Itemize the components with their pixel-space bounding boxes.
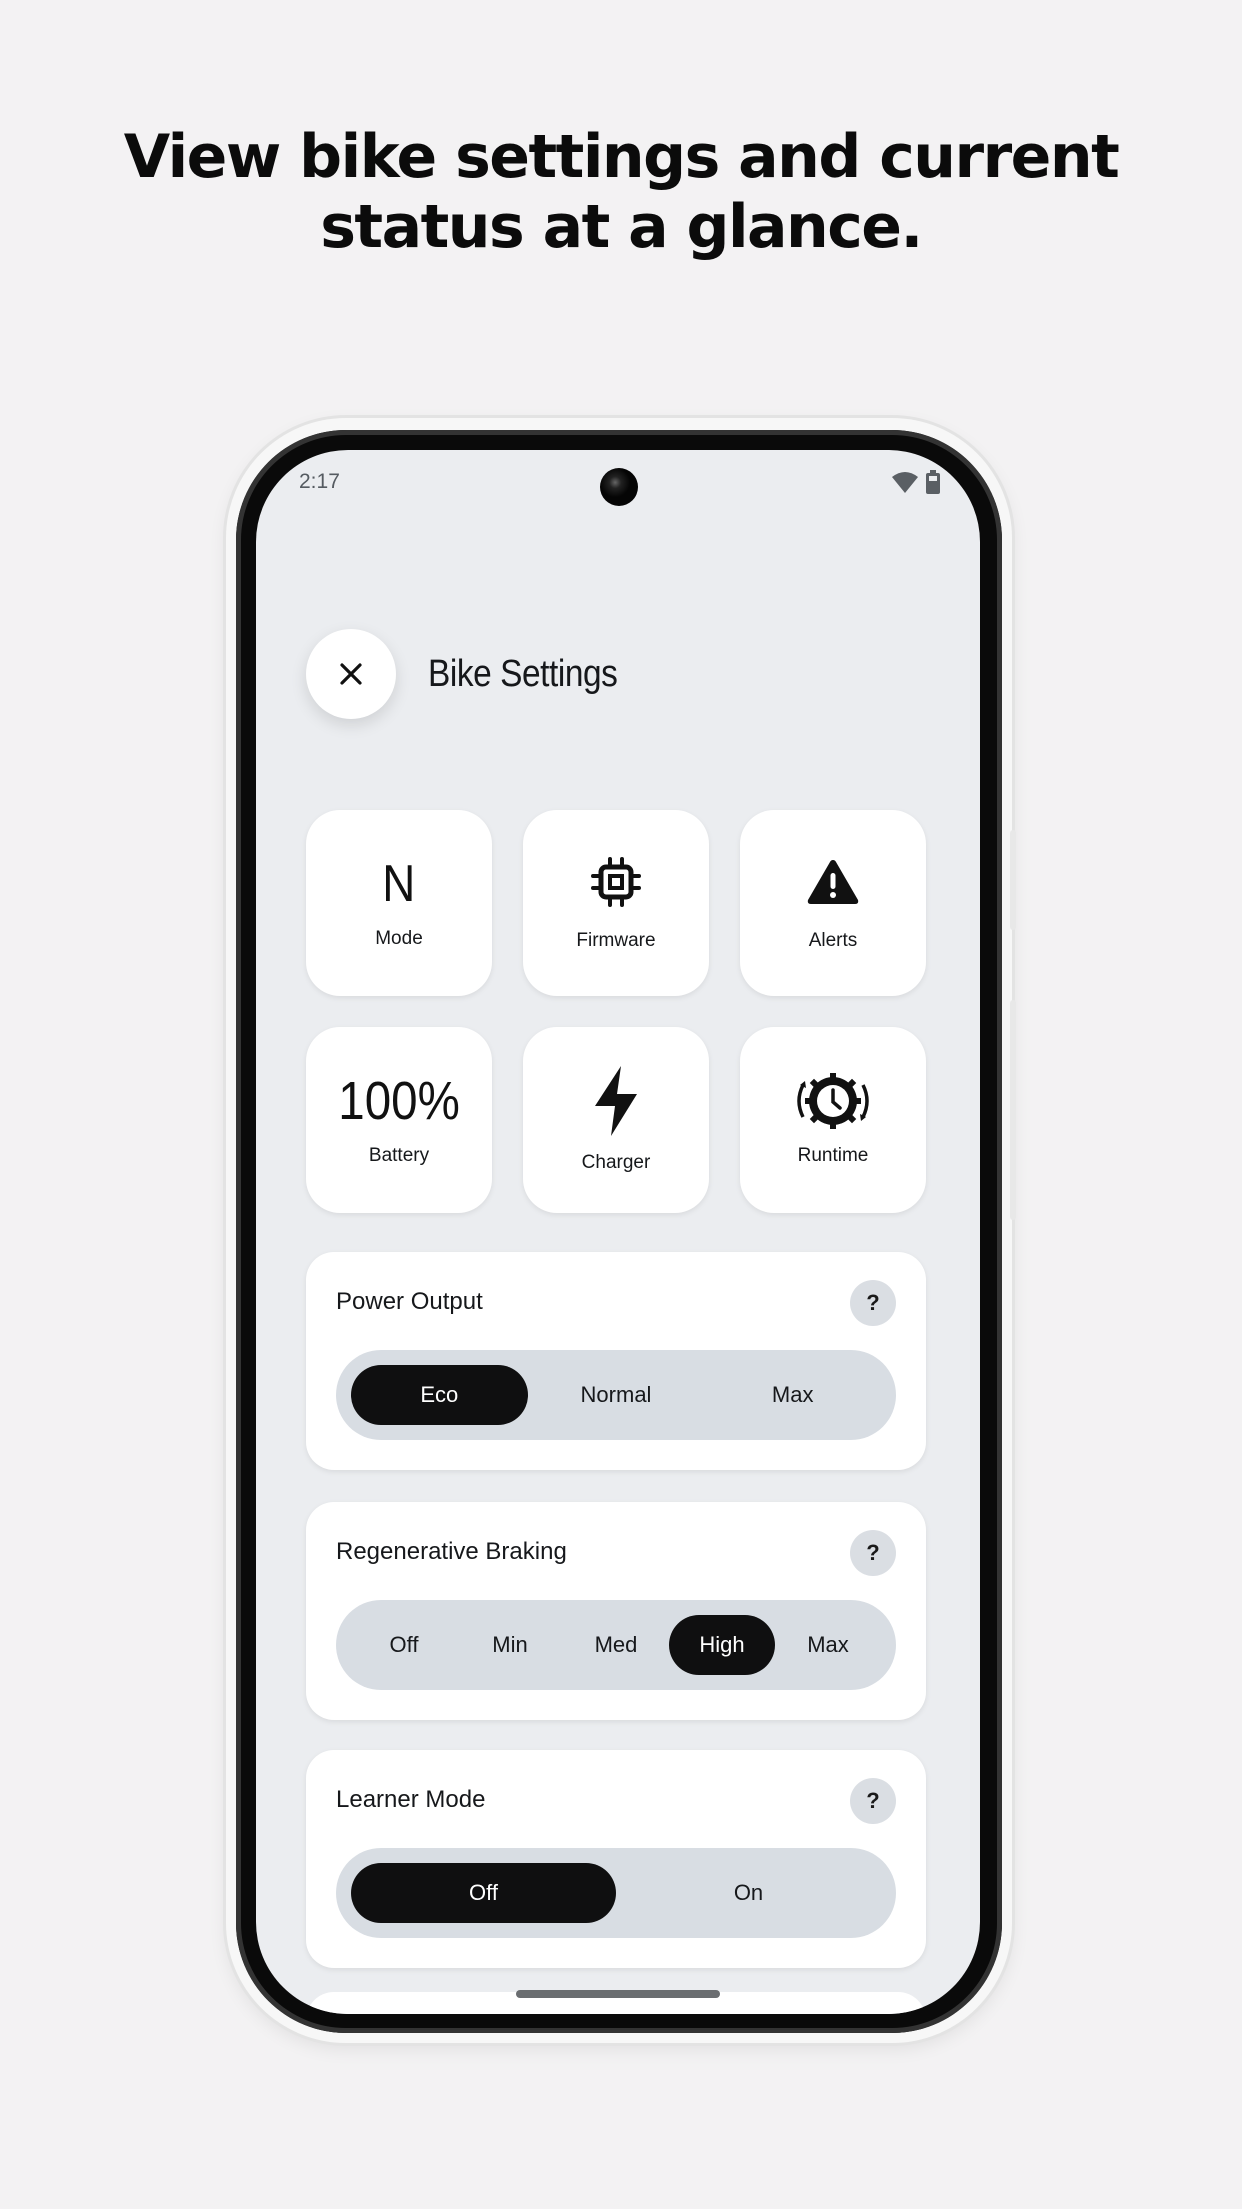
regen-braking-help-button[interactable]: ? <box>850 1530 896 1576</box>
tile-label: Firmware <box>576 930 656 951</box>
front-camera <box>600 468 638 506</box>
home-indicator[interactable] <box>516 1990 720 1998</box>
regen-option-min[interactable]: Min <box>457 1615 563 1675</box>
tile-label: Battery <box>368 1145 430 1166</box>
learner-option-on[interactable]: On <box>616 1863 881 1923</box>
chip-icon <box>591 854 641 910</box>
tile-battery[interactable]: 100% Battery <box>306 1027 492 1213</box>
close-icon <box>340 663 362 685</box>
phone-volume-button <box>1010 1000 1016 1220</box>
wifi-icon <box>892 471 918 498</box>
warning-icon <box>806 854 860 910</box>
page-title: Bike Settings <box>428 652 618 695</box>
tile-firmware[interactable]: Firmware <box>523 810 709 996</box>
battery-icon <box>926 470 940 499</box>
learner-mode-selector: Off On <box>336 1848 896 1938</box>
power-output-title: Power Output <box>336 1288 483 1315</box>
headline-line-1: View bike settings and current <box>123 122 1120 192</box>
power-output-card: Power Output ? Eco Normal Max <box>306 1252 926 1470</box>
battery-value: 100% <box>338 1071 460 1131</box>
learner-option-off[interactable]: Off <box>351 1863 616 1923</box>
regen-option-high[interactable]: High <box>669 1615 775 1675</box>
phone-side-button <box>1010 830 1016 930</box>
lightning-icon <box>593 1066 639 1136</box>
marketing-headline: View bike settings and current status at… <box>0 122 1242 262</box>
power-output-help-button[interactable]: ? <box>850 1280 896 1326</box>
tile-label: Alerts <box>808 930 858 951</box>
runtime-clock-icon <box>795 1073 871 1129</box>
tile-label: Charger <box>581 1152 651 1173</box>
tile-label: Runtime <box>797 1145 869 1166</box>
status-bar: 2:17 <box>256 450 980 510</box>
tile-alerts[interactable]: Alerts <box>740 810 926 996</box>
regen-braking-card: Regenerative Braking ? Off Min Med High … <box>306 1502 926 1720</box>
page-header: Bike Settings <box>306 628 643 720</box>
regen-option-max[interactable]: Max <box>775 1615 881 1675</box>
power-output-selector: Eco Normal Max <box>336 1350 896 1440</box>
headline-line-2: status at a glance. <box>320 192 923 262</box>
power-option-normal[interactable]: Normal <box>528 1365 705 1425</box>
tile-charger[interactable]: Charger <box>523 1027 709 1213</box>
tile-runtime[interactable]: Runtime <box>740 1027 926 1213</box>
status-tiles: N Mode Firmware Alerts 100% Battery Char… <box>306 810 926 1213</box>
regen-braking-title: Regenerative Braking <box>336 1538 567 1565</box>
regen-braking-selector: Off Min Med High Max <box>336 1600 896 1690</box>
learner-mode-help-button[interactable]: ? <box>850 1778 896 1824</box>
regen-option-off[interactable]: Off <box>351 1615 457 1675</box>
mode-value: N <box>382 855 416 913</box>
status-time: 2:17 <box>299 470 340 493</box>
learner-mode-card: Learner Mode ? Off On <box>306 1750 926 1968</box>
tile-mode[interactable]: N Mode <box>306 810 492 996</box>
power-option-max[interactable]: Max <box>704 1365 881 1425</box>
regen-option-med[interactable]: Med <box>563 1615 669 1675</box>
close-button[interactable] <box>306 629 396 719</box>
tile-label: Mode <box>375 928 423 949</box>
power-option-eco[interactable]: Eco <box>351 1365 528 1425</box>
learner-mode-title: Learner Mode <box>336 1786 486 1813</box>
app-screen: 2:17 Bike Settings N Mode Firmware Alert… <box>256 450 980 2014</box>
